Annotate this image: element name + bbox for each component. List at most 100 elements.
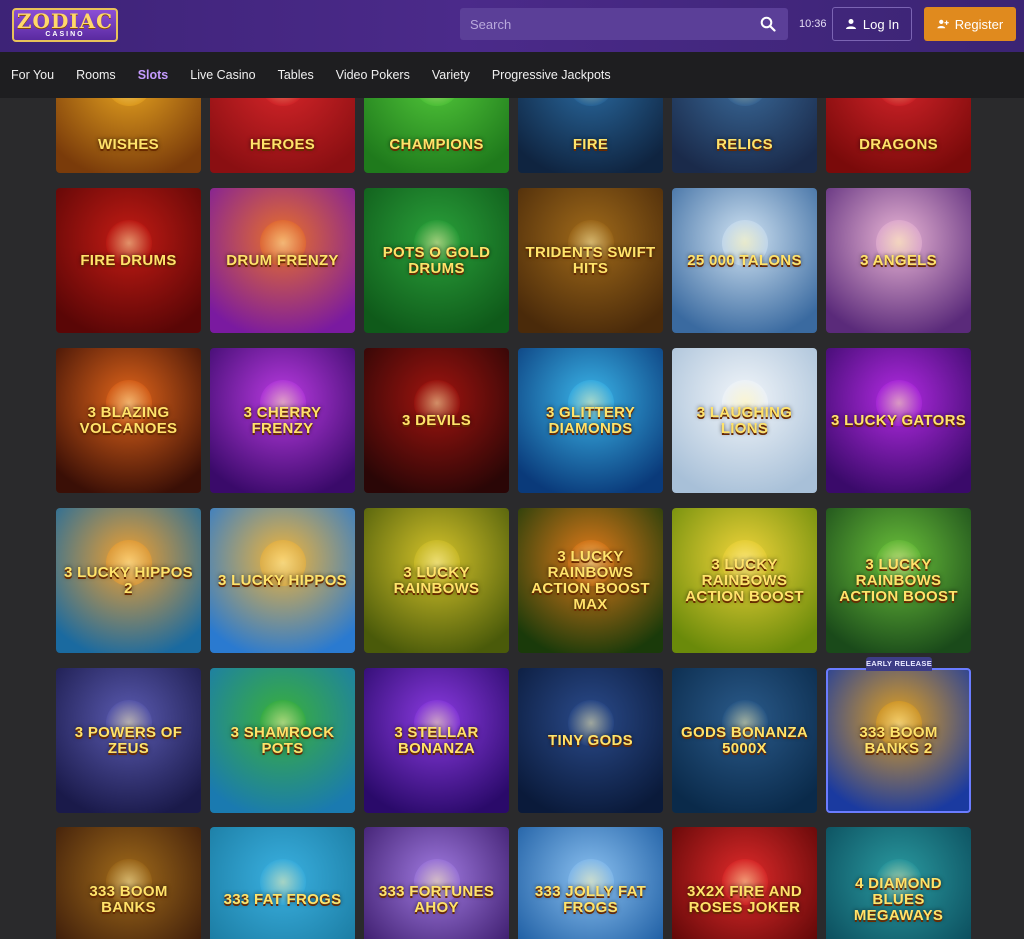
game-title: 3 ANGELS <box>860 251 937 269</box>
game-title: WISHES <box>98 136 159 153</box>
game-tile[interactable]: 3 LUCKY HIPPOS 2 <box>56 508 201 653</box>
game-tile[interactable]: 3 Lucky Rainbows ACTION BOOST MAX <box>518 508 663 653</box>
game-title: HEROES <box>249 136 316 153</box>
game-title: 3 GLITTERY DIAMONDS <box>545 403 636 437</box>
game-title: 3 LAUGHING LIONS <box>696 403 793 437</box>
game-tile[interactable]: DRAGONS <box>826 98 971 173</box>
game-title: Relics <box>716 136 773 153</box>
game-tile[interactable]: 333 BOOM BANKS 2 <box>826 668 971 813</box>
game-tile[interactable]: 3 Lucky Rainbows <box>364 508 509 653</box>
game-tile[interactable]: 3 POWERS OF ZEUS <box>56 668 201 813</box>
game-title: 3 DEVILS <box>401 411 472 429</box>
game-title: 3 LUCKY HIPPOS <box>218 571 347 589</box>
game-tile[interactable]: 3 LUCKY RAINBOWS ACTION BOOST <box>672 508 817 653</box>
game-tile[interactable]: 3 ANGELS <box>826 188 971 333</box>
game-title: GODS BONANZA 5000X <box>681 723 808 757</box>
game-title: FIRE <box>572 136 609 153</box>
category-nav: For You Rooms Slots Live Casino Tables Video … <box>0 52 1024 98</box>
logo-text: ZODIAC <box>16 9 114 33</box>
game-tile[interactable]: GODS BONANZA 5000X <box>672 668 817 813</box>
game-tile[interactable]: 3 SHAMROCK POTS <box>210 668 355 813</box>
game-tile[interactable]: DRUM FRENZY <box>210 188 355 333</box>
game-title: FIRE DRUMS <box>80 251 177 269</box>
game-tile[interactable]: FIRE <box>518 98 663 173</box>
game-tile[interactable]: 3 DEVILS <box>364 348 509 493</box>
login-button[interactable]: Log In <box>832 7 912 41</box>
game-title: 3 LUCKY RAINBOWS ACTION BOOST <box>839 555 958 605</box>
game-tile[interactable]: 333 BOOM BANKS <box>56 827 201 939</box>
early-release-badge: EARLY RELEASE <box>866 657 932 671</box>
game-tile[interactable]: 4 DIAMOND Blues MEGAWAYS <box>826 827 971 939</box>
game-title: 3 BLAZING VOLCANOES <box>79 403 178 437</box>
game-title: 25 000 TALONS <box>687 251 802 269</box>
nav-item-progressive-jackpots[interactable]: Progressive Jackpots <box>481 52 622 98</box>
nav-item-for-you[interactable]: For You <box>0 52 65 98</box>
game-title: 333 BOOM BANKS <box>89 882 168 916</box>
game-title: 333 BOOM BANKS 2 <box>859 723 938 757</box>
nav-item-live-casino[interactable]: Live Casino <box>179 52 266 98</box>
game-tile[interactable]: 3 GLITTERY DIAMONDS <box>518 348 663 493</box>
game-title: 3 LUCKY RAINBOWS ACTION BOOST <box>685 555 804 605</box>
game-tile[interactable]: 3 Cherry Frenzy <box>210 348 355 493</box>
game-title: 3 POWERS OF ZEUS <box>74 723 183 757</box>
site-logo[interactable]: ZODIAC CASINO <box>12 8 118 42</box>
game-tile[interactable]: 333 FAT FROGS <box>210 827 355 939</box>
top-bar: ZODIAC CASINO 10:36 Log In Register <box>0 0 1024 52</box>
game-tile[interactable]: 333 JOLLY FAT FROGS <box>518 827 663 939</box>
register-button[interactable]: Register <box>924 7 1016 41</box>
game-tile[interactable]: WISHES <box>56 98 201 173</box>
nav-item-rooms[interactable]: Rooms <box>65 52 127 98</box>
nav-item-variety[interactable]: Variety <box>421 52 481 98</box>
game-tile[interactable]: 3x2x FIRE AND ROSES JOKER <box>672 827 817 939</box>
search-icon[interactable] <box>760 16 776 32</box>
game-art <box>413 98 460 106</box>
game-title: 4 DIAMOND Blues MEGAWAYS <box>853 874 944 924</box>
clock: 10:36 <box>799 18 827 30</box>
game-art <box>105 98 152 106</box>
game-tile[interactable]: Relics <box>672 98 817 173</box>
game-title: 3 Cherry Frenzy <box>243 403 322 437</box>
game-tile[interactable]: 3 LUCKY GATORS <box>826 348 971 493</box>
game-title: DRUM FRENZY <box>226 251 339 269</box>
game-tile[interactable]: POTS O GOLD DRUMS <box>364 188 509 333</box>
game-art <box>259 98 306 106</box>
game-tile[interactable]: 3 Stellar Bonanza <box>364 668 509 813</box>
nav-item-tables[interactable]: Tables <box>267 52 325 98</box>
game-tile[interactable]: 3 LAUGHING LIONS <box>672 348 817 493</box>
game-title: 3 LUCKY HIPPOS 2 <box>64 563 193 597</box>
game-tile[interactable]: TINY GODS <box>518 668 663 813</box>
game-tile[interactable]: HEROES <box>210 98 355 173</box>
search-input[interactable] <box>460 8 750 40</box>
game-title: TINY GODS <box>548 731 633 749</box>
game-tile[interactable]: 3 BLAZING VOLCANOES <box>56 348 201 493</box>
game-tile[interactable]: 3 LUCKY RAINBOWS ACTION BOOST <box>826 508 971 653</box>
search-box <box>460 8 788 40</box>
game-title: 3 SHAMROCK POTS <box>230 723 335 757</box>
game-art <box>721 98 768 106</box>
game-tile[interactable]: 333 FORTUNES AHOY <box>364 827 509 939</box>
game-title: 3 Lucky Rainbows <box>393 563 480 597</box>
game-tile[interactable]: CHAMPIONS <box>364 98 509 173</box>
game-title: 3 Lucky Rainbows ACTION BOOST MAX <box>531 547 650 613</box>
game-title: 333 JOLLY FAT FROGS <box>534 882 647 916</box>
game-title: 3 LUCKY GATORS <box>830 411 967 429</box>
game-tile[interactable]: 3 LUCKY HIPPOS <box>210 508 355 653</box>
game-title: DRAGONS <box>859 136 938 153</box>
user-plus-icon <box>937 19 949 29</box>
game-tile[interactable]: FIRE DRUMS <box>56 188 201 333</box>
game-title: CHAMPIONS <box>389 136 484 153</box>
user-icon <box>845 19 856 29</box>
game-title: TRIDENTS SWIFT HITS <box>525 243 656 277</box>
nav-item-video-pokers[interactable]: Video Pokers <box>325 52 421 98</box>
game-title: 3 Stellar Bonanza <box>394 723 479 757</box>
game-title: POTS O GOLD DRUMS <box>382 243 491 277</box>
game-tile[interactable]: TRIDENTS SWIFT HITS <box>518 188 663 333</box>
game-art <box>567 98 614 106</box>
game-title: 333 FAT FROGS <box>223 890 342 908</box>
nav-item-slots[interactable]: Slots <box>127 52 180 98</box>
game-tile[interactable]: 25 000 TALONS <box>672 188 817 333</box>
register-label: Register <box>954 16 1004 32</box>
game-art <box>875 98 922 106</box>
game-title: 3x2x FIRE AND ROSES JOKER <box>686 882 803 916</box>
game-title: 333 FORTUNES AHOY <box>378 882 495 916</box>
